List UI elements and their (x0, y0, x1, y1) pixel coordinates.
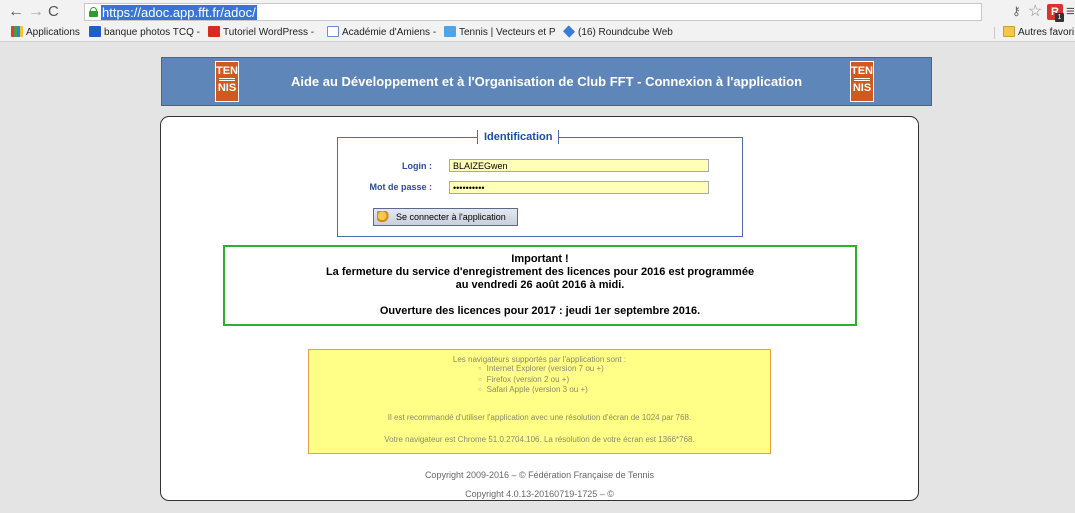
bookmarks-separator (994, 27, 995, 39)
current-browser-info: Votre navigateur est Chrome 51.0.2704.10… (384, 435, 695, 444)
bookmark-tennis[interactable]: Tennis | Vecteurs et P (444, 26, 556, 39)
bookmark-other-folder[interactable]: Autres favori (1003, 26, 1074, 39)
tennis-logo: TEN NIS (850, 61, 874, 102)
connect-icon (377, 211, 390, 223)
notice-heading: Important ! (511, 253, 569, 265)
url-text[interactable]: https://adoc.app.fft.fr/adoc/ (101, 5, 257, 20)
address-bar[interactable]: https://adoc.app.fft.fr/adoc/ (84, 3, 982, 21)
reload-icon[interactable]: C (48, 3, 59, 21)
image-icon (444, 26, 456, 37)
page-banner: TEN NIS Aide au Développement et à l'Orga… (161, 57, 932, 106)
bookmark-star-icon[interactable]: ☆ (1028, 1, 1042, 21)
resolution-recommendation: Il est recommandé d'utiliser l'applicati… (387, 413, 692, 422)
browser-list: Internet Explorer (version 7 ou +) Firef… (478, 364, 604, 396)
important-notice: Important ! La fermeture du service d'en… (223, 245, 857, 326)
folder-icon (1003, 26, 1015, 37)
connect-button-label: Se connecter à l'application (396, 212, 506, 222)
notice-text: La fermeture du service d'enregistrement… (325, 266, 755, 278)
bookmark-roundcube[interactable]: (16) Roundcube Web (562, 25, 673, 39)
forward-arrow-icon[interactable]: → (28, 3, 44, 21)
identification-legend: Identification (477, 130, 560, 144)
browser-toolbar: ← → C https://adoc.app.fft.fr/adoc/ ⚷ ☆ … (0, 0, 1075, 24)
bookmark-wordpress[interactable]: Tutoriel WordPress - (208, 26, 314, 39)
menu-icon[interactable]: ≡ (1066, 3, 1075, 20)
browsers-title: Les navigateurs supportés par l'applicat… (452, 355, 627, 364)
bookmarks-bar: Applications banque photos TCQ - Tutorie… (0, 24, 1075, 42)
password-label: Mot de passe : (369, 182, 432, 192)
notice-text: au vendredi 26 août 2016 à midi. (455, 279, 625, 291)
bookmark-photos[interactable]: banque photos TCQ - (89, 26, 200, 39)
identification-fieldset: Identification Login : Mot de passe : Se… (337, 130, 743, 237)
login-label: Login : (402, 161, 432, 171)
notice-opening-date: Ouverture des licences pour 2017 : jeudi… (379, 305, 701, 317)
connect-button[interactable]: Se connecter à l'application (373, 208, 518, 226)
list-item: Safari Apple (version 3 ou +) (478, 385, 604, 396)
version-line: Copyright 4.0.13-20160719-1725 – © (465, 489, 614, 499)
page-title: Aide au Développement et à l'Organisatio… (290, 74, 803, 89)
back-arrow-icon[interactable]: ← (8, 3, 24, 21)
copyright-line: Copyright 2009-2016 – © Fédération Franç… (424, 470, 655, 480)
roundcube-icon (562, 25, 576, 38)
list-item: Firefox (version 2 ou +) (478, 375, 604, 386)
login-input[interactable] (449, 159, 709, 172)
youtube-icon (208, 26, 220, 37)
lock-icon (89, 7, 98, 17)
academie-icon (327, 26, 339, 37)
dropbox-icon (89, 26, 101, 37)
main-panel: Identification Login : Mot de passe : Se… (160, 116, 919, 501)
supported-browsers-box: Les navigateurs supportés par l'applicat… (308, 349, 771, 454)
list-item: Internet Explorer (version 7 ou +) (478, 364, 604, 375)
extension-badge: 1 (1055, 13, 1064, 22)
key-icon[interactable]: ⚷ (1012, 4, 1021, 18)
bookmark-apps[interactable]: Applications (11, 26, 80, 39)
bookmark-academie[interactable]: Académie d'Amiens - (327, 26, 436, 39)
apps-grid-icon (11, 26, 23, 37)
password-input[interactable] (449, 181, 709, 194)
